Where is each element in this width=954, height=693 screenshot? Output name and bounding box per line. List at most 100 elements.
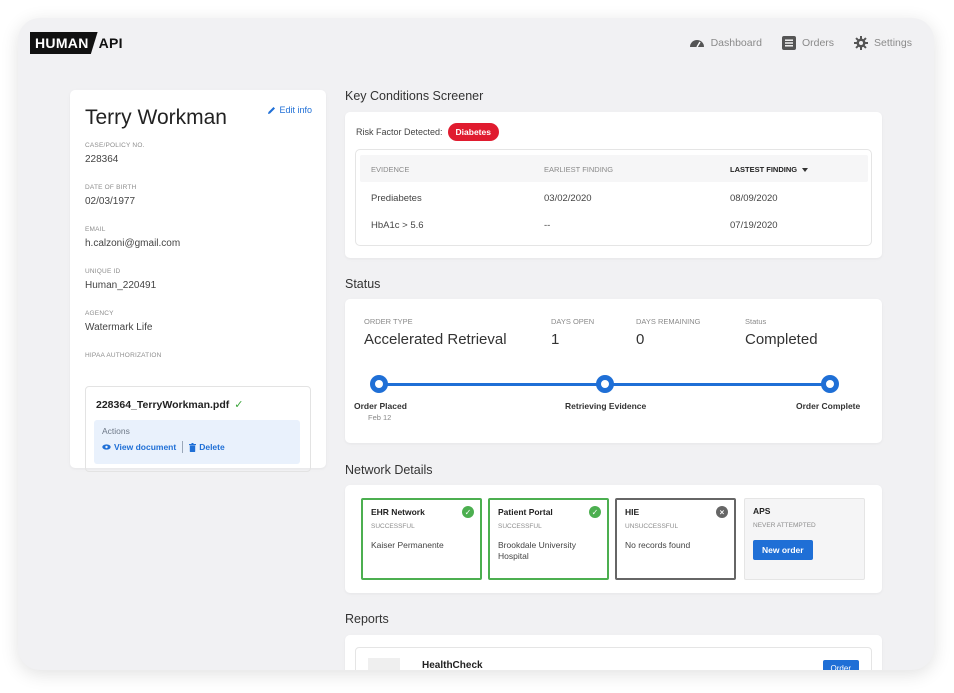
nav-dashboard[interactable]: Dashboard <box>689 37 762 49</box>
success-check-icon: ✓ <box>462 506 474 518</box>
report-order-button[interactable]: Order <box>822 660 859 670</box>
agency-value: Watermark Life <box>85 322 153 333</box>
column-latest-finding[interactable]: LASTEST FINDING <box>730 165 809 174</box>
unique-id-label: UNIQUE ID <box>85 268 121 275</box>
check-icon: ✓ <box>234 399 244 411</box>
success-check-icon: ✓ <box>589 506 601 518</box>
eye-icon <box>102 444 111 450</box>
settings-gear-icon <box>854 36 869 50</box>
hipaa-file: 228364_TerryWorkman.pdf ✓ <box>96 398 300 412</box>
network-aps-name: APS <box>753 506 771 516</box>
profile-card: Terry Workman Edit info CASE/POLICY NO. … <box>70 90 326 472</box>
days-open-value: 1 <box>551 331 560 348</box>
network-hie-detail: No records found <box>625 540 691 550</box>
case-value: 228364 <box>85 154 119 165</box>
email-value: h.calzoni@gmail.com <box>85 238 181 249</box>
view-document-link[interactable]: View document <box>102 442 176 452</box>
nav-settings[interactable]: Settings <box>854 36 912 50</box>
row2-evidence: HbA1c > 5.6 <box>371 220 424 231</box>
hipaa-label: HIPAA AUTHORIZATION <box>85 352 162 359</box>
days-remaining-label: DAYS REMAINING <box>636 317 701 326</box>
actions-box: Actions View document Delete <box>94 420 300 464</box>
dob-label: DATE OF BIRTH <box>85 184 137 191</box>
network-aps: APS NEVER ATTEMPTED New order <box>744 498 865 580</box>
network-hie[interactable]: HIE UNSUCCESSFUL No records found × <box>615 498 736 580</box>
hipaa-document-box: 228364_TerryWorkman.pdf ✓ Actions View d… <box>85 386 311 472</box>
email-field: EMAIL h.calzoni@gmail.com <box>85 226 180 249</box>
network-hie-name: HIE <box>625 507 640 517</box>
row1-evidence: Prediabetes <box>371 193 422 204</box>
view-document-label: View document <box>114 442 177 452</box>
column-earliest-finding: EARLIEST FINDING <box>544 165 614 174</box>
dashboard-gauge-icon <box>689 40 704 48</box>
unique-id-value: Human_220491 <box>85 280 157 291</box>
step-label-retrieving: Retrieving Evidence <box>565 401 647 411</box>
column-latest-finding-label: LASTEST FINDING <box>730 165 798 174</box>
row1-earliest: 03/02/2020 <box>544 193 592 204</box>
status-value: Completed <box>745 331 818 348</box>
network-aps-status: NEVER ATTEMPTED <box>753 522 816 529</box>
row2-latest: 07/19/2020 <box>730 220 778 231</box>
network-portal-detail: Brookdale University Hospital <box>498 540 576 561</box>
step-node-order-placed <box>370 375 388 393</box>
nav-orders-label: Orders <box>801 37 835 49</box>
network-portal-status: SUCCESSFUL <box>498 523 542 530</box>
network-hie-status: UNSUCCESSFUL <box>625 523 679 530</box>
step-date-order-placed: Feb 12 <box>368 413 392 422</box>
status-title: Status <box>345 277 381 291</box>
row2-earliest: -- <box>544 220 551 231</box>
nav-settings-label: Settings <box>874 37 912 49</box>
edit-info-label: Edit info <box>279 105 312 115</box>
delete-link[interactable]: Delete <box>189 442 225 452</box>
report-thumbnail <box>368 658 400 670</box>
pencil-icon <box>268 106 276 114</box>
order-type-label: ORDER TYPE <box>364 317 413 326</box>
step-node-retrieving <box>596 375 614 393</box>
logo-human: HUMAN <box>30 32 98 54</box>
top-bar: HUMAN API Dashboard Orders Settings <box>18 18 934 68</box>
network-ehr-detail: Kaiser Permanente <box>371 540 444 550</box>
step-label-order-placed: Order Placed <box>354 401 407 411</box>
evidence-table: EVIDENCE EARLIEST FINDING LASTEST FINDIN… <box>355 149 872 246</box>
dob-field: DATE OF BIRTH 02/03/1977 <box>85 184 136 207</box>
email-label: EMAIL <box>85 226 106 233</box>
edit-info-link[interactable]: Edit info <box>267 105 312 115</box>
risk-row: Risk Factor Detected: Diabetes <box>356 123 871 141</box>
new-order-button[interactable]: New order <box>753 540 813 560</box>
report-title: HealthCheck <box>422 660 483 670</box>
network-ehr[interactable]: EHR Network SUCCESSFUL Kaiser Permanente… <box>361 498 482 580</box>
status-label: Status <box>745 317 767 326</box>
reports-card: HealthCheck Order <box>345 635 882 670</box>
hipaa-field: HIPAA AUTHORIZATION <box>85 352 162 359</box>
report-item: HealthCheck Order <box>355 647 872 670</box>
hipaa-file-name: 228364_TerryWorkman.pdf <box>96 398 230 411</box>
evidence-table-header: EVIDENCE EARLIEST FINDING LASTEST FINDIN… <box>360 155 868 182</box>
case-label: CASE/POLICY NO. <box>85 142 145 149</box>
nav-orders[interactable]: Orders <box>781 36 835 50</box>
fail-x-icon: × <box>716 506 728 518</box>
actions-title: Actions <box>102 426 130 436</box>
network-ehr-status: SUCCESSFUL <box>371 523 415 530</box>
logo[interactable]: HUMAN API <box>30 32 123 54</box>
nav-dashboard-label: Dashboard <box>710 37 762 49</box>
unique-id-field: UNIQUE ID Human_220491 <box>85 268 156 291</box>
trash-icon <box>189 442 197 452</box>
logo-api: API <box>98 35 123 51</box>
step-label-complete: Order Complete <box>796 401 861 411</box>
key-conditions-title: Key Conditions Screener <box>345 89 484 103</box>
app-window: HUMAN API Dashboard Orders Settings Terr… <box>18 18 934 670</box>
agency-label: AGENCY <box>85 310 114 317</box>
reports-title: Reports <box>345 612 389 626</box>
column-evidence: EVIDENCE <box>371 165 410 174</box>
row1-latest: 08/09/2020 <box>730 193 778 204</box>
network-card: EHR Network SUCCESSFUL Kaiser Permanente… <box>345 485 882 593</box>
risk-badge: Diabetes <box>447 123 499 141</box>
top-nav: Dashboard Orders Settings <box>689 36 912 50</box>
network-title: Network Details <box>345 463 433 477</box>
orders-list-icon <box>781 36 796 50</box>
agency-field: AGENCY Watermark Life <box>85 310 152 333</box>
actions-row: View document Delete <box>102 441 292 453</box>
status-card: ORDER TYPE Accelerated Retrieval DAYS OP… <box>345 299 882 443</box>
step-node-complete <box>821 375 839 393</box>
network-patient-portal[interactable]: Patient Portal SUCCESSFUL Brookdale Univ… <box>488 498 609 580</box>
